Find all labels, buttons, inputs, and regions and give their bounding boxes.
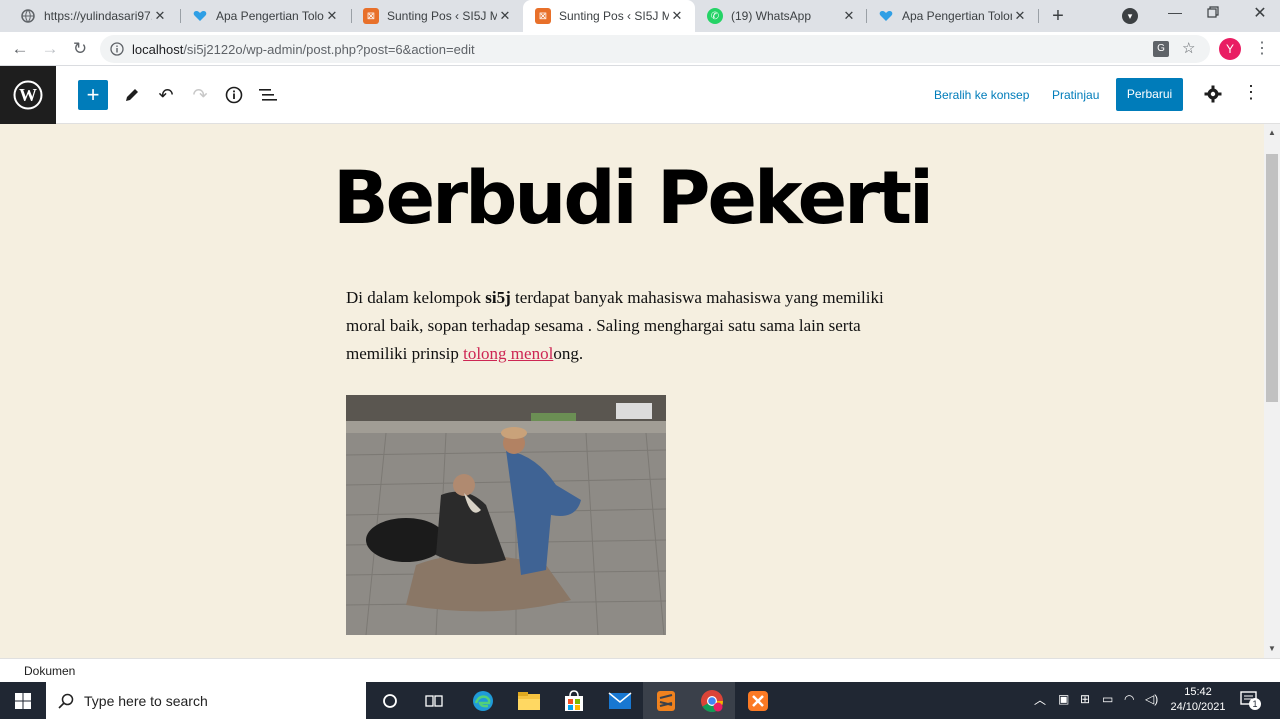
bookmark-star-icon[interactable]: ☆ [1182,39,1195,57]
browser-tab-strip: https://yulindasari97.g ✕ Apa Pengertian… [0,0,1280,32]
chrome-menu-icon[interactable]: ⋮ [1254,38,1270,58]
close-tab-icon[interactable]: ✕ [841,8,857,24]
task-view-icon[interactable] [411,682,457,719]
windows-taskbar: Type here to search ︿ ▣ ⊞ ▭ ◠ ◁) 15:42 2… [0,682,1280,719]
paragraph-text: Di dalam kelompok [346,288,486,307]
file-explorer-icon[interactable] [506,682,552,719]
tab-title: Sunting Pos ‹ SI5J Mar [387,9,497,23]
browser-toolbar: ← → ↻ localhost /si5j2122o/wp-admin/post… [0,32,1280,66]
paragraph-link[interactable]: tolong menol [463,344,553,363]
paragraph-block[interactable]: Di dalam kelompok si5j terdapat banyak m… [346,284,926,368]
add-block-button[interactable]: + [78,80,108,110]
wifi-icon[interactable]: ◠ [1124,692,1134,706]
cortana-icon[interactable] [367,682,413,719]
battery-icon[interactable]: ▭ [1102,692,1113,706]
restore-icon[interactable] [1207,5,1223,21]
scroll-down-icon[interactable]: ▼ [1268,644,1276,653]
clock-date: 24/10/2021 [1170,701,1226,713]
xampp-icon: ⊠ [535,8,551,24]
wordpress-logo-icon[interactable]: W [0,66,56,124]
update-button[interactable]: Perbarui [1116,78,1183,111]
tab-title: (19) WhatsApp [731,9,812,23]
xampp-icon: ⊠ [363,8,379,24]
clock[interactable]: 15:42 24/10/2021 [1168,685,1228,715]
heart-icon [878,8,894,24]
tab-title: Apa Pengertian Tolong [216,9,324,23]
undo-icon[interactable]: ↶ [151,80,181,110]
url-host: localhost [132,41,184,57]
paragraph-bold-text: si5j [485,288,511,307]
site-info-icon[interactable] [110,42,124,56]
minimize-icon[interactable]: — [1165,4,1185,24]
scrollbar-thumb[interactable] [1266,154,1278,402]
mail-icon[interactable] [597,682,643,719]
address-bar[interactable]: localhost /si5j2122o/wp-admin/post.php?p… [100,35,1210,63]
tab-title: Sunting Pos ‹ SI5J Mar [559,9,669,23]
tab-search-icon[interactable]: ▾ [1122,8,1138,24]
block-breadcrumb: Dokumen [0,658,1280,682]
editor-header: W + ↶ ↷ Beralih ke konsep Pratinjau Perb… [0,66,1280,124]
settings-gear-icon[interactable] [1204,85,1224,105]
notification-badge: 1 [1249,698,1261,710]
meet-now-icon[interactable]: ▣ [1058,692,1069,706]
store-icon[interactable] [551,682,597,719]
tab-title: Apa Pengertian Tolong [902,9,1012,23]
editor-canvas: Berbudi Pekerti Di dalam kelompok si5j t… [0,124,1264,658]
heart-icon [192,8,208,24]
chrome-icon[interactable] [689,682,735,719]
close-tab-icon[interactable]: ✕ [152,8,168,24]
close-tab-icon[interactable]: ✕ [669,8,685,24]
sublime-text-icon[interactable] [643,682,689,719]
globe-icon [20,8,36,24]
browser-tab-active[interactable]: ⊠ Sunting Pos ‹ SI5J Mar ✕ [523,0,695,32]
search-placeholder: Type here to search [84,692,208,709]
editor-scrollbar[interactable]: ▲ ▼ [1264,124,1280,658]
info-icon[interactable] [219,80,249,110]
pencil-icon[interactable] [117,80,147,110]
paragraph-text: ong. [553,344,584,363]
browser-tab[interactable]: Apa Pengertian Tolong ✕ [180,0,350,32]
back-arrow-icon[interactable]: ← [8,37,32,61]
windows-start-icon[interactable] [0,682,46,719]
network-alert-icon[interactable]: ⊞ [1080,692,1090,706]
new-tab-button[interactable]: + [1046,5,1070,27]
preview-link[interactable]: Pratinjau [1052,88,1099,102]
xampp-icon[interactable] [735,682,781,719]
reload-icon[interactable]: ↻ [68,37,92,61]
post-title[interactable]: Berbudi Pekerti [0,156,1264,241]
search-icon [58,693,74,709]
volume-icon[interactable]: ◁) [1145,692,1158,706]
close-window-icon[interactable]: ✕ [1250,3,1270,23]
tab-title: https://yulindasari97.g [44,9,152,23]
browser-tab[interactable]: ⊠ Sunting Pos ‹ SI5J Mar ✕ [351,0,523,32]
more-options-icon[interactable]: ⋮ [1242,82,1260,103]
close-tab-icon[interactable]: ✕ [324,8,340,24]
browser-tab[interactable]: https://yulindasari97.g ✕ [8,0,178,32]
notification-center-icon[interactable]: 1 [1240,690,1261,710]
switch-to-draft-link[interactable]: Beralih ke konsep [934,88,1029,102]
close-tab-icon[interactable]: ✕ [497,8,513,24]
profile-avatar[interactable]: Y [1219,38,1241,60]
translate-icon[interactable]: G [1153,41,1169,57]
breadcrumb-document[interactable]: Dokumen [24,664,75,678]
browser-tab[interactable]: Apa Pengertian Tolong ✕ [866,0,1038,32]
whatsapp-icon: ✆ [707,8,723,24]
show-hidden-icons-icon[interactable]: ︿ [1034,691,1046,708]
redo-icon[interactable]: ↷ [185,80,215,110]
post-image[interactable] [346,395,666,635]
taskbar-search-input[interactable]: Type here to search [46,682,366,719]
tab-separator [1038,9,1039,23]
edge-icon[interactable] [460,682,506,719]
url-path: /si5j2122o/wp-admin/post.php?post=6&acti… [183,41,475,57]
browser-tab[interactable]: ✆ (19) WhatsApp ✕ [695,0,867,32]
list-view-icon[interactable] [253,80,283,110]
forward-arrow-icon[interactable]: → [38,37,62,61]
scroll-up-icon[interactable]: ▲ [1268,128,1276,137]
clock-time: 15:42 [1184,686,1212,698]
svg-text:W: W [19,85,37,105]
close-tab-icon[interactable]: ✕ [1012,8,1028,24]
